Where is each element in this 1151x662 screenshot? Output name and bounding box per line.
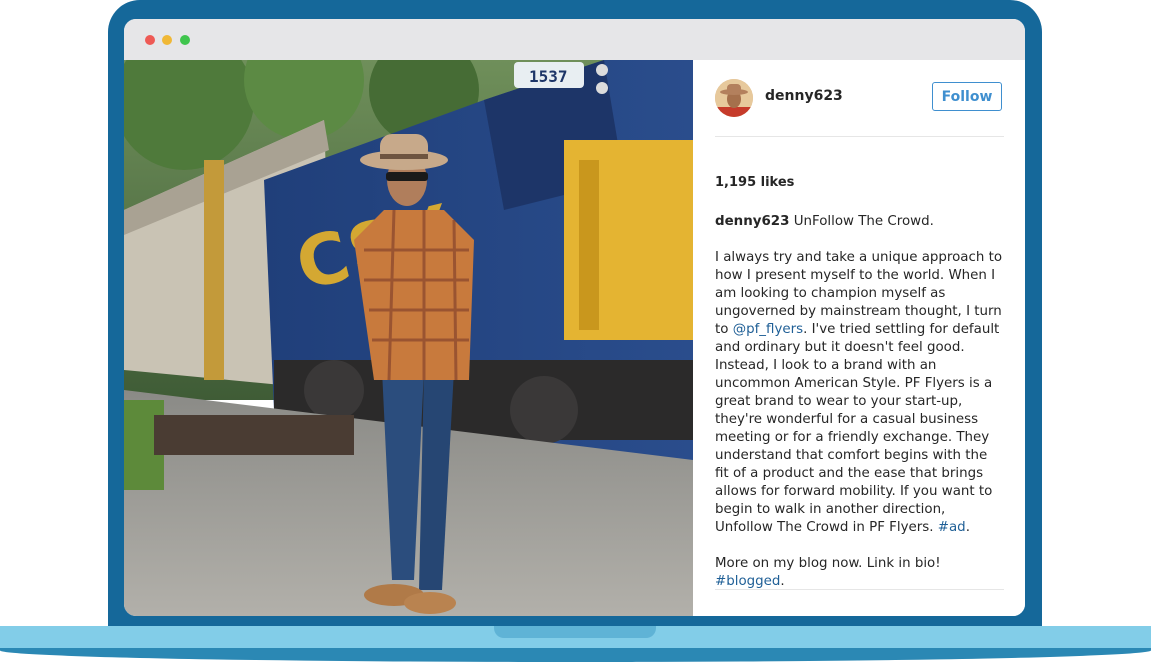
maximize-window-button[interactable] (180, 35, 190, 45)
post-photo[interactable]: CSX 1537 (124, 60, 693, 616)
post-caption: denny623 UnFollow The Crowd. I always tr… (715, 213, 1005, 609)
caption-title: UnFollow The Crowd. (793, 214, 934, 229)
mention-link[interactable]: @pf_flyers (733, 322, 803, 337)
post-side-panel: denny623 Follow 1,195 likes denny623 UnF… (693, 60, 1025, 616)
browser-window: CSX 1537 (124, 19, 1025, 616)
caption-text: . (965, 520, 970, 535)
caption-text: More on my blog now. Link in bio! (715, 556, 941, 571)
caption-paragraph: I always try and take a unique approach … (715, 249, 1005, 537)
post-username[interactable]: denny623 (765, 88, 843, 104)
follow-button[interactable]: Follow (932, 82, 1002, 111)
avatar[interactable] (715, 79, 753, 117)
post-header: denny623 Follow (715, 77, 1004, 121)
caption-title-line: denny623 UnFollow The Crowd. (715, 213, 1005, 231)
caption-text: . (780, 574, 785, 589)
caption-username[interactable]: denny623 (715, 214, 789, 229)
locomotive-number-text: 1537 (529, 67, 568, 86)
caption-divider (715, 589, 1004, 590)
hashtag-link[interactable]: #blogged (715, 574, 780, 589)
minimize-window-button[interactable] (162, 35, 172, 45)
header-divider (715, 136, 1004, 137)
likes-count[interactable]: 1,195 likes (715, 175, 794, 190)
laptop-notch (494, 626, 656, 638)
laptop-base-edge (0, 648, 1151, 662)
caption-paragraph-2: More on my blog now. Link in bio! #blogge… (715, 555, 1005, 591)
close-window-button[interactable] (145, 35, 155, 45)
title-bar (124, 19, 1025, 60)
hashtag-link[interactable]: #ad (938, 520, 966, 535)
caption-text: . I've tried settling for default and or… (715, 322, 1000, 535)
